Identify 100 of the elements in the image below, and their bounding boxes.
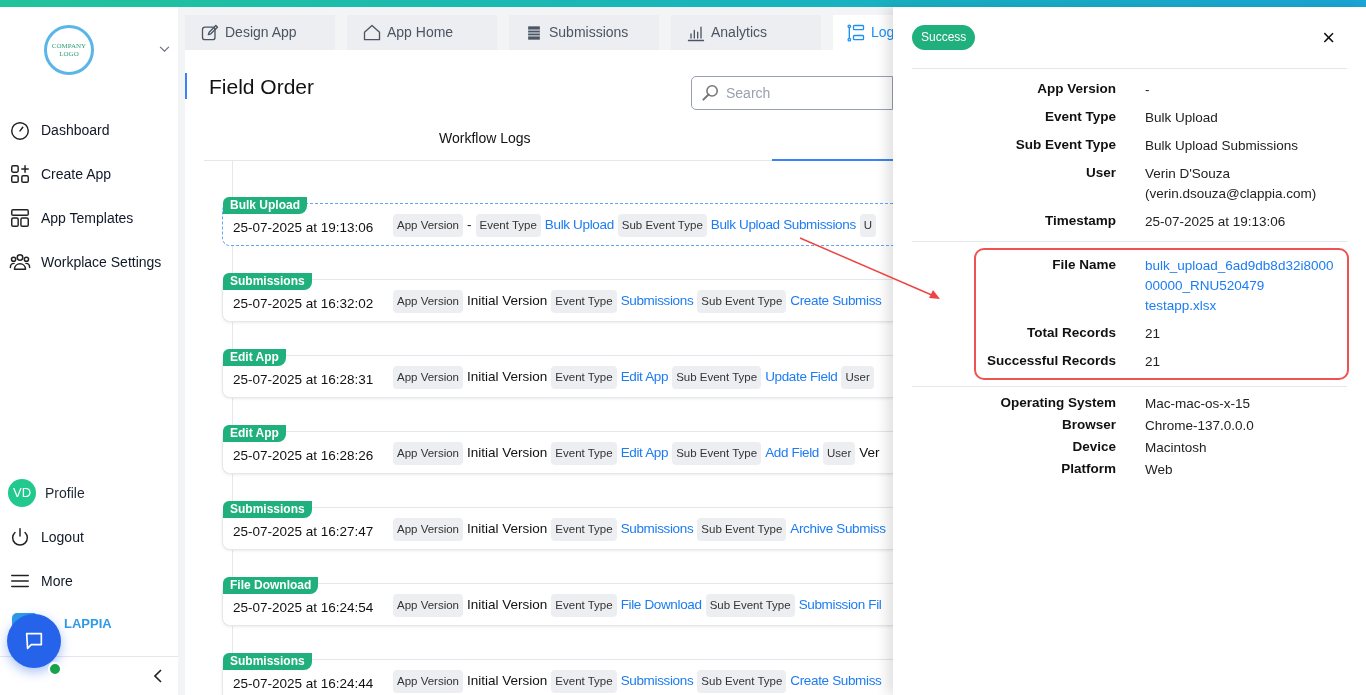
profile-item[interactable]: VD Profile (0, 471, 178, 515)
field-value: - (467, 216, 472, 235)
field-label: User (823, 442, 856, 465)
event-badge: Submissions (223, 653, 312, 670)
detail-label: Operating System (999, 394, 1116, 412)
detail-value: Bulk Upload (1145, 109, 1218, 127)
detail-label: Total Records (1026, 324, 1116, 342)
field-label: Event Type (551, 442, 617, 465)
field-value: Initial Version (467, 292, 548, 311)
tab[interactable]: App Home (347, 15, 497, 50)
sidebar-item[interactable]: Logout (0, 515, 178, 559)
avatar: VD (8, 479, 36, 507)
field-label: App Version (393, 442, 463, 465)
field-label: App Version (393, 518, 463, 541)
field-label: App Version (393, 594, 463, 617)
event-badge: Edit App (223, 349, 286, 366)
event-badge: Bulk Upload (223, 197, 307, 214)
status-badge: Success (912, 25, 976, 50)
search-field[interactable]: Search (691, 76, 893, 110)
detail-value: 21 (1145, 325, 1161, 343)
field-label: Sub Event Type (705, 594, 795, 617)
field-label: Event Type (551, 594, 617, 617)
field-value: Ver (859, 444, 880, 463)
field-value: Initial Version (467, 596, 548, 615)
event-badge: File Download (223, 577, 319, 594)
field-label: Sub Event Type (697, 290, 787, 313)
tab[interactable]: Design App (185, 15, 335, 50)
file-link[interactable]: 00000_RNU520479 (1145, 276, 1334, 296)
close-button[interactable]: × (1322, 26, 1335, 49)
field-link[interactable]: Bulk Upload Submissions (710, 215, 856, 236)
field-link[interactable]: Archive Submiss (790, 519, 886, 540)
field-label: Event Type (475, 214, 541, 237)
field-link[interactable]: Add Field (765, 443, 819, 464)
field-label: Event Type (551, 290, 617, 313)
detail-value: Macintosh (1145, 439, 1207, 457)
power-icon (9, 526, 31, 548)
tab[interactable]: Log (833, 15, 896, 50)
detail-value: 21 (1145, 353, 1161, 371)
field-label: Event Type (551, 518, 617, 541)
detail-label: Timestamp (1043, 212, 1116, 230)
field-link[interactable]: Create Submiss (790, 671, 882, 692)
field-link[interactable]: Bulk Upload (544, 215, 614, 236)
field-label: Sub Event Type (697, 518, 787, 541)
gauge-icon (9, 119, 31, 141)
field-label: Event Type (551, 366, 617, 389)
brand-name: LAPPIA (64, 616, 112, 632)
field-label: App Version (393, 214, 463, 237)
field-value: Initial Version (467, 368, 548, 387)
field-label: App Version (393, 290, 463, 313)
chevron-down-icon[interactable] (159, 46, 170, 53)
chat-button[interactable] (7, 614, 61, 668)
home-icon (362, 22, 382, 43)
detail-label: User (1084, 164, 1116, 182)
field-link[interactable]: Create Submiss (790, 291, 882, 312)
field-link[interactable]: Edit App (620, 367, 669, 388)
field-label: U (859, 214, 877, 237)
detail-value: Chrome-137.0.0.0 (1145, 417, 1254, 435)
field-link[interactable]: Submissions (620, 671, 694, 692)
field-label: Event Type (551, 670, 617, 693)
logs-icon (846, 22, 866, 43)
field-link[interactable]: Update Field (765, 367, 838, 388)
log-timestamp: 25-07-2025 at 16:27:47 (233, 523, 375, 542)
field-value: Initial Version (467, 672, 548, 691)
collapse-chevron-icon[interactable] (154, 669, 162, 683)
sidebar-item[interactable]: Create App (0, 152, 178, 196)
field-value: Initial Version (467, 444, 548, 463)
log-timestamp: 25-07-2025 at 16:28:31 (233, 371, 375, 390)
detail-value: - (1145, 81, 1150, 99)
sidebar-item[interactable]: More (0, 559, 178, 603)
log-timestamp: 25-07-2025 at 16:24:54 (233, 599, 375, 618)
detail-label: Successful Records (985, 352, 1116, 370)
detail-label: Sub Event Type (1014, 136, 1116, 154)
sub-tab[interactable]: Workflow Logs (439, 128, 531, 160)
detail-value: Mac-mac-os-x-15 (1145, 395, 1250, 413)
tab[interactable]: Analytics (671, 15, 821, 50)
sidebar-item[interactable]: App Templates (0, 196, 178, 240)
log-timestamp: 25-07-2025 at 19:13:06 (233, 219, 375, 238)
field-label: Sub Event Type (617, 214, 707, 237)
field-link[interactable]: Submissions (620, 519, 694, 540)
field-label: Sub Event Type (672, 366, 762, 389)
tab[interactable]: Submissions (509, 15, 659, 50)
field-link[interactable]: Edit App (620, 443, 669, 464)
layout-icon (9, 207, 31, 229)
file-link[interactable]: bulk_upload_6ad9db8d32i8000 (1145, 256, 1334, 276)
detail-label: Event Type (1043, 108, 1116, 126)
grid-plus-icon (9, 163, 31, 185)
field-link[interactable]: Submissions (620, 291, 694, 312)
log-timestamp: 25-07-2025 at 16:28:26 (233, 447, 375, 466)
detail-value: Verin D'Souza (1145, 165, 1232, 183)
file-link[interactable]: testapp.xlsx (1145, 296, 1334, 316)
detail-value: 25-07-2025 at 19:13:06 (1145, 213, 1286, 231)
sidebar-item[interactable]: Dashboard (0, 108, 178, 152)
log-timestamp: 25-07-2025 at 16:32:02 (233, 295, 375, 314)
log-timestamp: 25-07-2025 at 16:24:44 (233, 675, 375, 694)
field-link[interactable]: File Download (620, 595, 702, 616)
field-label: App Version (393, 366, 463, 389)
sidebar-item[interactable]: Workplace Settings (0, 240, 178, 284)
detail-value: (verin.dsouza@clappia.com) (1145, 185, 1317, 203)
field-link[interactable]: Submission Fil (798, 595, 882, 616)
chat-icon (23, 630, 45, 652)
